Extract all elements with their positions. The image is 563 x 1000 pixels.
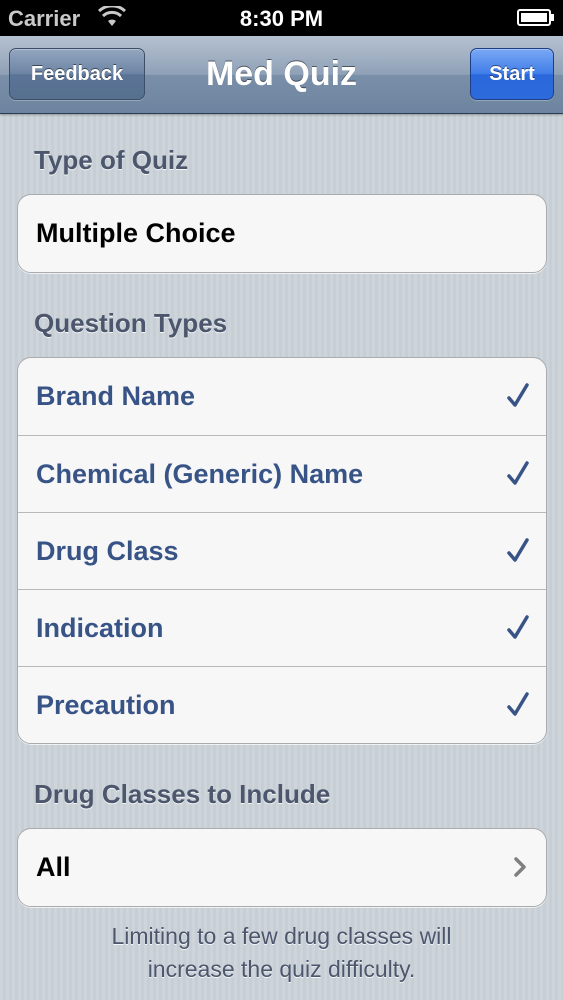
note-line-1: Limiting to a few drug classes will <box>111 923 452 949</box>
question-type-row-brand-name[interactable]: Brand Name <box>18 358 546 435</box>
question-types-header: Question Types <box>34 308 228 338</box>
checkmark-icon <box>507 615 529 639</box>
quiz-type-header: Type of Quiz <box>34 145 189 175</box>
drug-classes-group: All <box>17 828 547 907</box>
question-type-row-drug-class[interactable]: Drug Class <box>18 512 546 589</box>
start-button[interactable]: Start <box>470 48 554 100</box>
note-line-2: increase the quiz difficulty. <box>147 956 416 982</box>
battery-icon <box>517 9 554 26</box>
navigation-bar: Feedback Med Quiz Start <box>0 36 563 114</box>
question-type-row-chemical-name[interactable]: Chemical (Generic) Name <box>18 435 546 512</box>
checkmark-icon <box>507 692 529 716</box>
quiz-type-group: Multiple Choice <box>17 194 547 273</box>
drug-classes-note: Limiting to a few drug classes will incr… <box>0 920 563 986</box>
question-type-label: Indication <box>36 613 164 643</box>
checkmark-icon <box>507 461 529 485</box>
checkmark-icon <box>507 538 529 562</box>
drug-classes-header: Drug Classes to Include <box>34 779 331 809</box>
quiz-type-row[interactable]: Multiple Choice <box>18 195 546 272</box>
question-type-row-indication[interactable]: Indication <box>18 589 546 666</box>
question-type-row-precaution[interactable]: Precaution <box>18 666 546 743</box>
chevron-right-icon <box>514 857 526 877</box>
question-types-group: Brand Name Chemical (Generic) Name Drug … <box>17 357 547 744</box>
question-type-label: Brand Name <box>36 381 196 411</box>
question-type-label: Precaution <box>36 690 176 720</box>
question-type-label: Chemical (Generic) Name <box>36 459 364 489</box>
question-type-label: Drug Class <box>36 536 179 566</box>
checkmark-icon <box>507 383 529 407</box>
status-time: 8:30 PM <box>239 6 324 31</box>
status-bar: Carrier 8:30 PM <box>0 0 563 36</box>
drug-classes-value: All <box>36 852 71 882</box>
quiz-type-value: Multiple Choice <box>36 218 236 248</box>
drug-classes-row[interactable]: All <box>18 829 546 906</box>
